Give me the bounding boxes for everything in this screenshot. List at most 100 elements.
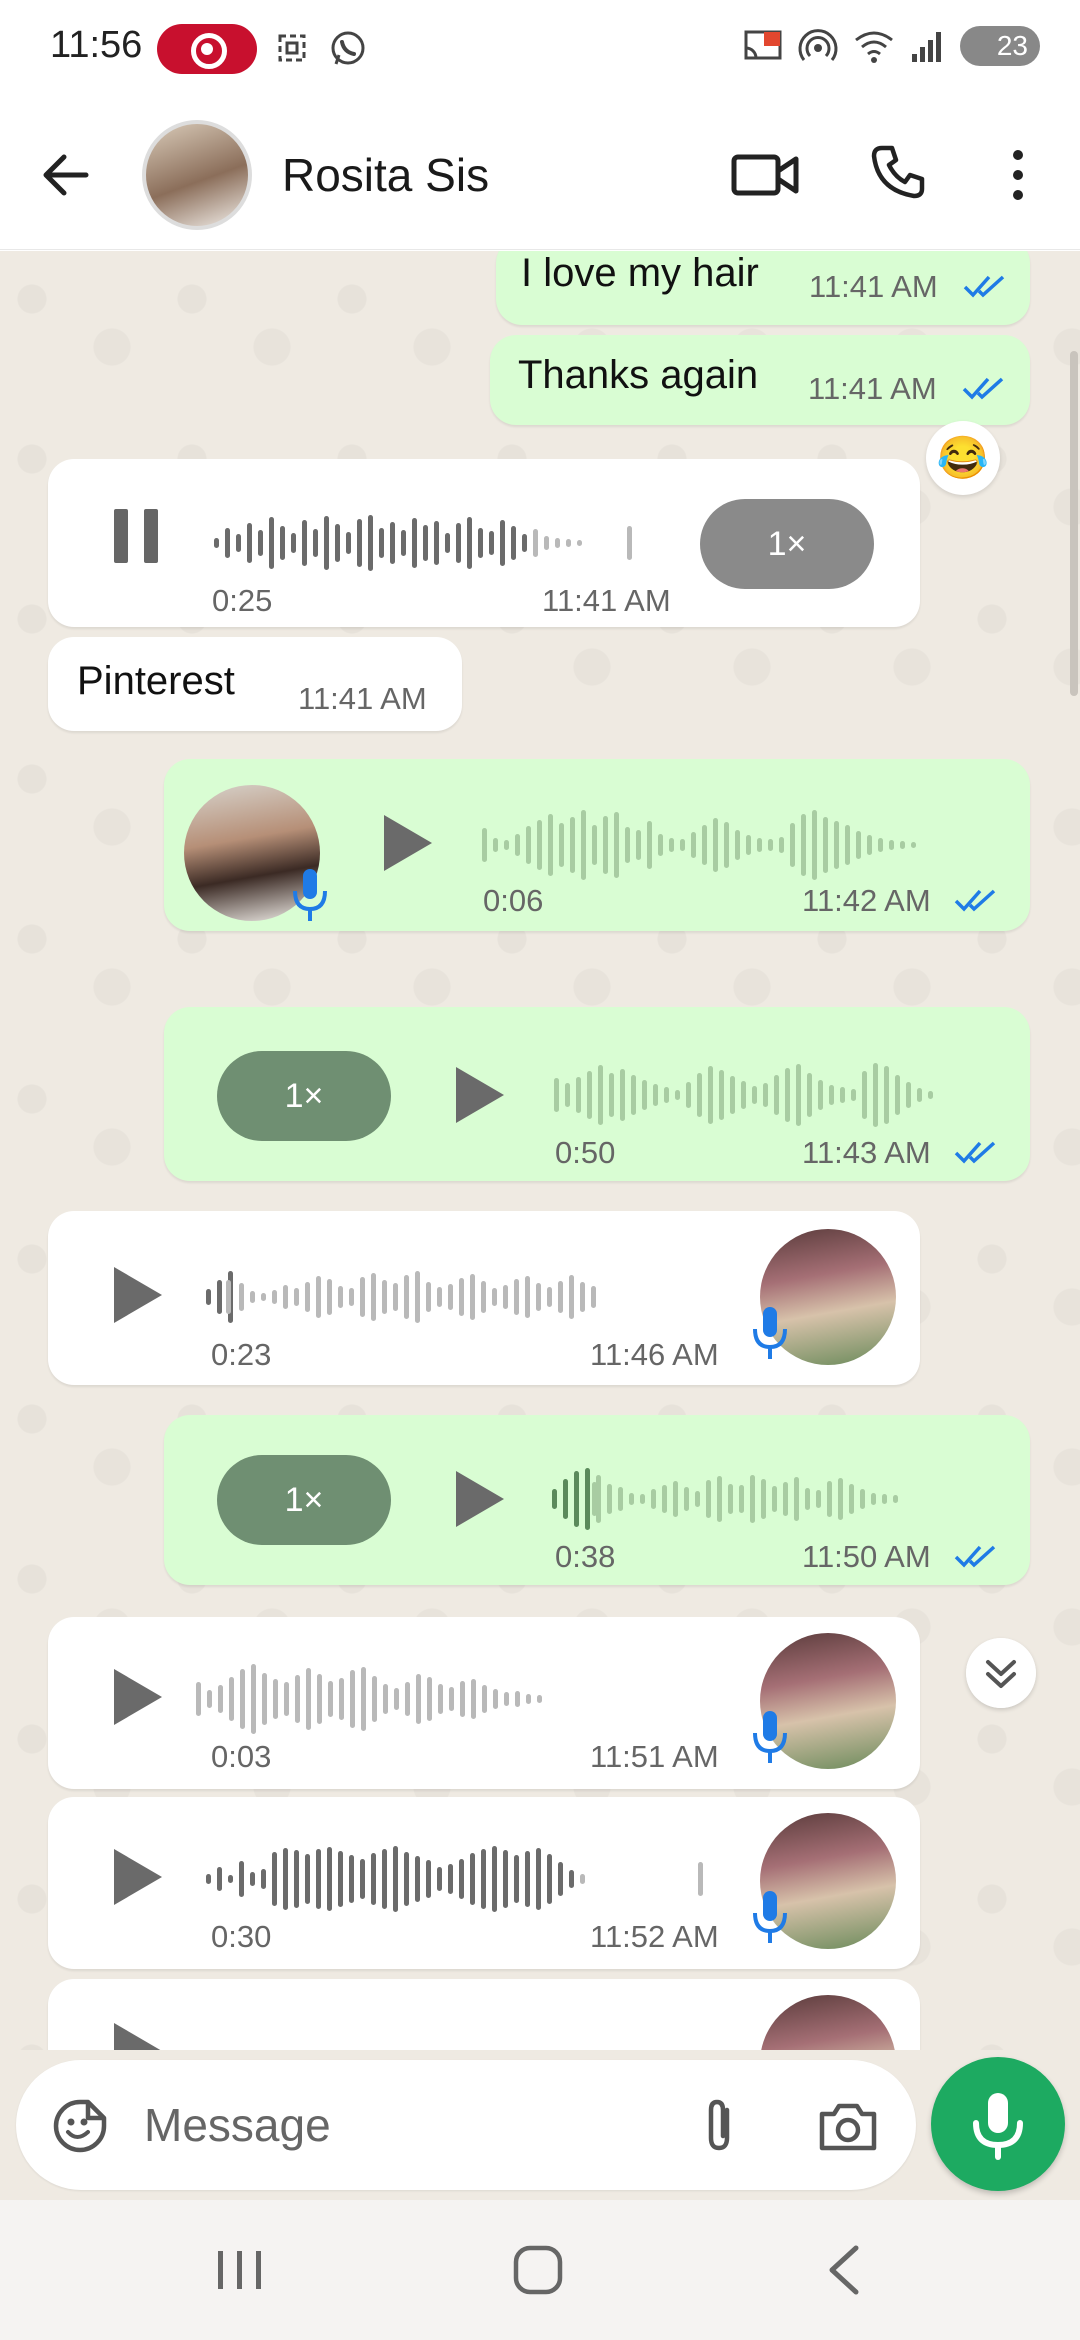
waveform-bar <box>460 1681 465 1717</box>
message-input[interactable] <box>144 2088 664 2162</box>
scrollbar[interactable] <box>1070 351 1078 696</box>
home-icon[interactable] <box>510 2242 566 2298</box>
playback-speed-button[interactable]: 1× <box>217 1455 391 1545</box>
voice-message-incoming[interactable]: 0:23 11:46 AM <box>48 1211 920 1385</box>
play-icon[interactable] <box>106 1845 166 1909</box>
contact-avatar[interactable] <box>142 120 252 230</box>
emoji-sticker-icon[interactable] <box>50 2096 110 2156</box>
waveform-bar <box>772 1486 777 1512</box>
waveform-bar <box>445 533 450 553</box>
voice-waveform[interactable] <box>482 805 988 885</box>
voice-message-incoming[interactable]: 0:03 11:51 AM <box>48 1617 920 1789</box>
waveform-bar <box>511 526 516 560</box>
playback-position-handle[interactable] <box>698 1862 703 1896</box>
waveform-bar <box>291 533 296 553</box>
scroll-to-bottom-icon[interactable] <box>966 1638 1036 1708</box>
waveform-bar <box>801 814 806 876</box>
reaction-emoji[interactable]: 😂 <box>926 421 1000 495</box>
back-arrow-icon[interactable] <box>36 145 96 205</box>
playback-position-handle[interactable] <box>482 828 487 862</box>
waveform-bar <box>405 1682 410 1716</box>
voice-message-incoming[interactable]: 1× 0:25 11:41 AM <box>48 459 920 627</box>
waveform-bar <box>371 1273 376 1321</box>
waveform-bar <box>585 1468 590 1530</box>
waveform-bar <box>239 1861 244 1897</box>
play-icon[interactable] <box>106 1263 166 1327</box>
playback-position-handle[interactable] <box>196 1682 201 1716</box>
message-bubble-outgoing[interactable]: I love my hair 11:41 AM <box>496 251 1030 325</box>
voice-message-outgoing[interactable]: 1× 0:38 11:50 AM <box>164 1415 1030 1585</box>
voice-message-outgoing[interactable]: 0:06 11:42 AM <box>164 759 1030 931</box>
waveform-bar <box>305 1854 310 1904</box>
waveform-bar <box>741 1081 746 1109</box>
message-bubble-incoming[interactable]: Pinterest 11:41 AM <box>48 637 462 731</box>
phone-call-icon[interactable] <box>868 142 928 202</box>
voice-message-incoming[interactable]: 0:30 11:52 AM <box>48 1797 920 1969</box>
more-options-icon[interactable] <box>1000 145 1036 205</box>
waveform-bar <box>569 1275 574 1319</box>
voice-waveform[interactable] <box>554 1055 988 1135</box>
waveform-bar <box>548 814 553 876</box>
waveform-bar <box>680 839 685 851</box>
waveform-bar <box>261 1293 266 1301</box>
waveform-bar <box>481 1849 486 1909</box>
waveform-bar <box>708 1066 713 1124</box>
voice-message-outgoing[interactable]: 1× 0:50 11:43 AM <box>164 1007 1030 1181</box>
waveform-bar <box>746 835 751 855</box>
voice-waveform[interactable] <box>206 1839 732 1919</box>
voice-waveform[interactable] <box>552 1459 988 1539</box>
play-icon[interactable] <box>106 2019 166 2051</box>
waveform-bar <box>401 530 406 556</box>
waveform-bar <box>673 1481 678 1517</box>
waveform-bar <box>459 1278 464 1316</box>
pause-icon[interactable] <box>108 503 168 567</box>
waveform-bar <box>713 818 718 872</box>
voice-record-button[interactable] <box>931 2057 1065 2191</box>
waveform-bar <box>272 1852 277 1906</box>
playback-position-handle[interactable] <box>554 1078 559 1112</box>
message-bubble-outgoing[interactable]: Thanks again 11:41 AM <box>490 335 1030 425</box>
message-time: 11:46 AM <box>590 1337 719 1372</box>
waveform-bar <box>471 1679 476 1719</box>
waveform-bar <box>269 517 274 569</box>
playback-position-handle[interactable] <box>225 1280 231 1314</box>
playback-position-handle[interactable] <box>591 1482 597 1516</box>
waveform-bar <box>515 834 520 856</box>
waveform-bar <box>794 1477 799 1521</box>
play-icon[interactable] <box>448 1063 508 1127</box>
message-input-container[interactable] <box>16 2060 916 2190</box>
waveform-bar <box>576 1077 581 1113</box>
camera-icon[interactable] <box>816 2096 880 2156</box>
waveform-bar <box>558 1281 563 1313</box>
voice-waveform[interactable] <box>206 1257 732 1337</box>
play-icon[interactable] <box>106 1665 166 1729</box>
microphone-icon <box>753 1891 787 1943</box>
waveform-bar <box>503 1285 508 1309</box>
voice-message-incoming[interactable] <box>48 1979 920 2051</box>
waveform-bar <box>735 830 740 860</box>
waveform-bar <box>757 838 762 852</box>
playback-speed-button[interactable]: 1× <box>217 1051 391 1141</box>
waveform-bar <box>552 1489 557 1509</box>
waveform-bar <box>867 835 872 855</box>
voice-waveform[interactable] <box>196 1659 732 1739</box>
waveform-bar <box>647 821 652 869</box>
waveform-bar <box>349 1288 354 1306</box>
waveform-bar <box>514 1279 519 1315</box>
playback-position-handle[interactable] <box>627 526 633 560</box>
voice-waveform[interactable] <box>214 503 720 583</box>
play-icon[interactable] <box>376 811 436 875</box>
recent-apps-icon[interactable] <box>210 2245 270 2295</box>
nav-back-icon[interactable] <box>820 2242 870 2298</box>
waveform-bar <box>467 517 472 569</box>
play-icon[interactable] <box>448 1467 508 1531</box>
waveform-bar <box>262 1673 267 1725</box>
chat-area[interactable]: I love my hair 11:41 AM Thanks again 11:… <box>0 251 1080 2051</box>
attach-icon[interactable] <box>691 2096 751 2156</box>
waveform-bar <box>217 1867 222 1891</box>
waveform-bar <box>558 1862 563 1896</box>
contact-name[interactable]: Rosita Sis <box>282 148 489 202</box>
video-call-icon[interactable] <box>730 145 800 205</box>
microphone-icon <box>293 869 327 921</box>
playback-speed-button[interactable]: 1× <box>700 499 874 589</box>
